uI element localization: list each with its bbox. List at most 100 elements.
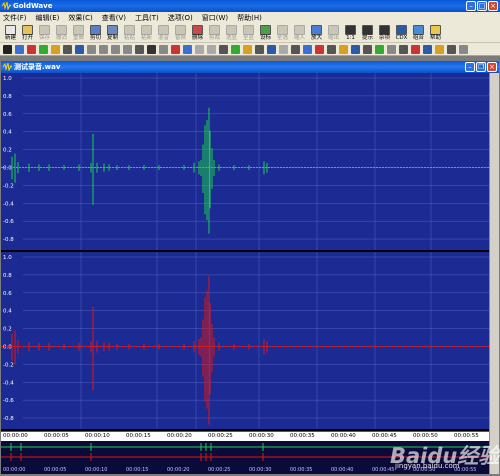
toolbar-button-16[interactable]: 全选 bbox=[274, 24, 291, 43]
toolbar-button-9[interactable]: 混音 bbox=[155, 24, 172, 43]
effect-tool-icon[interactable] bbox=[111, 44, 120, 54]
menu-file[interactable]: 文件(F) bbox=[3, 12, 27, 24]
toolbar-button-10[interactable]: 替换 bbox=[172, 24, 189, 43]
effects-toolbar bbox=[0, 43, 500, 56]
effect-tool-icon[interactable] bbox=[459, 44, 468, 54]
toolbar-button-8[interactable]: 粘新 bbox=[138, 24, 155, 43]
toolbar-button-15[interactable]: 设标 bbox=[257, 24, 274, 43]
effect-tool-icon[interactable] bbox=[63, 44, 72, 54]
effect-tool-icon[interactable] bbox=[303, 44, 312, 54]
toolbar-button-label: 杂项 bbox=[378, 35, 390, 41]
effect-tool-icon[interactable] bbox=[351, 44, 360, 54]
toolbar-button-5[interactable]: 剪切 bbox=[87, 24, 104, 43]
toolbar-button-label: 1:1 bbox=[346, 35, 355, 41]
effect-tool-icon[interactable] bbox=[147, 44, 156, 54]
effect-tool-icon[interactable] bbox=[231, 44, 240, 54]
select-all-icon bbox=[277, 25, 288, 35]
amplitude-tick-label: 1.0 bbox=[3, 255, 12, 261]
time-ruler-label: 00:00:45 bbox=[372, 433, 397, 439]
effect-tool-icon[interactable] bbox=[243, 44, 252, 54]
toolbar-button-24[interactable]: 组合 bbox=[410, 24, 427, 43]
effect-tool-icon[interactable] bbox=[279, 44, 288, 54]
effect-tool-icon[interactable] bbox=[399, 44, 408, 54]
effect-tool-icon[interactable] bbox=[75, 44, 84, 54]
overview-time-label: 00:00:25 bbox=[208, 467, 230, 473]
toolbar-button-22[interactable]: 杂项 bbox=[376, 24, 393, 43]
effect-tool-icon[interactable] bbox=[183, 44, 192, 54]
toolbar-button-label: 缩入 bbox=[293, 35, 305, 41]
effect-tool-icon[interactable] bbox=[339, 44, 348, 54]
amplitude-tick-label: 0.0 bbox=[3, 344, 12, 350]
toolbar-button-4[interactable]: 重做 bbox=[70, 24, 87, 43]
toolbar-button-25[interactable]: 帮助 bbox=[427, 24, 444, 43]
effect-tool-icon[interactable] bbox=[51, 44, 60, 54]
effect-tool-icon[interactable] bbox=[15, 44, 24, 54]
effect-tool-icon[interactable] bbox=[219, 44, 228, 54]
menu-help[interactable]: 帮助(H) bbox=[237, 12, 262, 24]
new-file-icon bbox=[5, 25, 16, 35]
toolbar-button-17[interactable]: 缩入 bbox=[291, 24, 308, 43]
toolbar-button-18[interactable]: 放大 bbox=[308, 24, 325, 43]
effect-tool-icon[interactable] bbox=[207, 44, 216, 54]
toolbar-button-label: 粘新 bbox=[140, 35, 152, 41]
effect-tool-icon[interactable] bbox=[327, 44, 336, 54]
effect-tool-icon[interactable] bbox=[3, 44, 12, 54]
effect-tool-icon[interactable] bbox=[375, 44, 384, 54]
maximize-button[interactable]: □ bbox=[477, 1, 487, 11]
toolbar-button-6[interactable]: 复制 bbox=[104, 24, 121, 43]
doc-minimize-button[interactable]: – bbox=[465, 62, 475, 72]
minimize-button[interactable]: – bbox=[466, 1, 476, 11]
effect-tool-icon[interactable] bbox=[171, 44, 180, 54]
menu-window[interactable]: 窗口(W) bbox=[202, 12, 228, 24]
toolbar-button-12[interactable]: 剪裁 bbox=[206, 24, 223, 43]
amplitude-tick-label: -0.6 bbox=[3, 219, 14, 225]
effect-tool-icon[interactable] bbox=[423, 44, 432, 54]
effect-tool-icon[interactable] bbox=[99, 44, 108, 54]
toolbar-button-21[interactable]: 提示 bbox=[359, 24, 376, 43]
menu-tools[interactable]: 工具(T) bbox=[135, 12, 159, 24]
waveform-canvas[interactable]: 1.0 0.8 0.6 0.4 0.2 0.0 -0.2 -0.4 -0.6 -0.8 1.0 0.8… bbox=[1, 73, 489, 431]
toolbar-button-3[interactable]: 撤消 bbox=[53, 24, 70, 43]
toolbar-button-label: 剪裁 bbox=[208, 35, 220, 41]
menu-edit[interactable]: 编辑(E) bbox=[36, 12, 60, 24]
effect-tool-icon[interactable] bbox=[159, 44, 168, 54]
waveform-view[interactable]: 1.0 0.8 0.6 0.4 0.2 0.0 -0.2 -0.4 -0.6 -0.8 1.0 0.8… bbox=[1, 73, 499, 474]
effect-tool-icon[interactable] bbox=[363, 44, 372, 54]
effect-tool-icon[interactable] bbox=[87, 44, 96, 54]
effect-tool-icon[interactable] bbox=[39, 44, 48, 54]
menu-options[interactable]: 选项(O) bbox=[168, 12, 193, 24]
effect-tool-icon[interactable] bbox=[387, 44, 396, 54]
menu-effects[interactable]: 效果(C) bbox=[68, 12, 92, 24]
toolbar-button-1[interactable]: 打开 bbox=[19, 24, 36, 43]
effect-tool-icon[interactable] bbox=[255, 44, 264, 54]
effect-tool-icon[interactable] bbox=[291, 44, 300, 54]
toolbar-button-2[interactable]: 保存 bbox=[36, 24, 53, 43]
effect-tool-icon[interactable] bbox=[447, 44, 456, 54]
close-button[interactable]: × bbox=[488, 1, 498, 11]
overview-time-label: 00:00:15 bbox=[126, 467, 148, 473]
time-ruler-label: 00:00:25 bbox=[208, 433, 233, 439]
effect-tool-icon[interactable] bbox=[195, 44, 204, 54]
toolbar-button-label: 全选 bbox=[276, 35, 288, 41]
toolbar-button-20[interactable]: 1:1 bbox=[342, 24, 359, 43]
effect-tool-icon[interactable] bbox=[411, 44, 420, 54]
zoom-in-icon bbox=[294, 25, 305, 35]
toolbar-button-23[interactable]: CDX bbox=[393, 24, 410, 43]
toolbar-button-19[interactable]: 缩出 bbox=[325, 24, 342, 43]
toolbar-button-7[interactable]: 粘贴 bbox=[121, 24, 138, 43]
effect-tool-icon[interactable] bbox=[267, 44, 276, 54]
menu-view[interactable]: 查看(V) bbox=[102, 12, 126, 24]
effect-tool-icon[interactable] bbox=[135, 44, 144, 54]
toolbar-button-0[interactable]: 新建 bbox=[2, 24, 19, 43]
effect-tool-icon[interactable] bbox=[27, 44, 36, 54]
toolbar-button-label: 保存 bbox=[38, 35, 50, 41]
vertical-scrollbar[interactable] bbox=[489, 73, 499, 474]
effect-tool-icon[interactable] bbox=[123, 44, 132, 54]
doc-close-button[interactable]: × bbox=[487, 62, 497, 72]
toolbar-button-13[interactable]: 选显 bbox=[223, 24, 240, 43]
doc-restore-button[interactable]: ❐ bbox=[476, 62, 486, 72]
toolbar-button-14[interactable]: 全显 bbox=[240, 24, 257, 43]
toolbar-button-11[interactable]: 删除 bbox=[189, 24, 206, 43]
effect-tool-icon[interactable] bbox=[435, 44, 444, 54]
effect-tool-icon[interactable] bbox=[315, 44, 324, 54]
